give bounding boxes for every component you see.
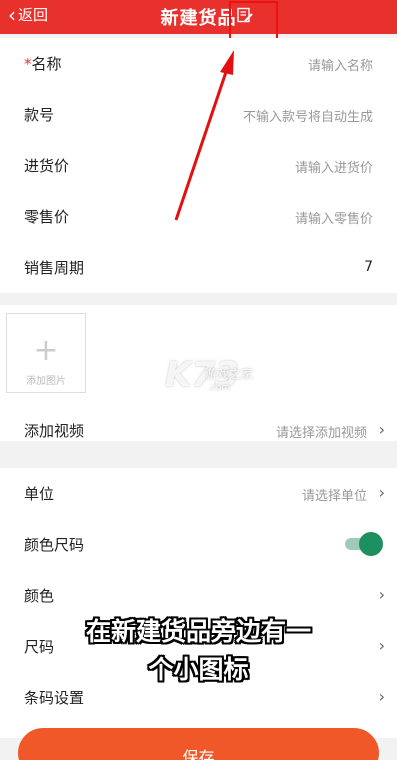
sales-cycle-input[interactable]: 7 [364, 259, 373, 275]
retail-price-field[interactable]: 零售价 请输入零售价 [0, 191, 397, 242]
style-number-label: 款号 [24, 106, 55, 124]
chevron-right-icon: › [378, 483, 385, 502]
annotation-highlight-box [229, 1, 278, 43]
color-label: 颜色 [24, 587, 55, 605]
save-button[interactable]: 保存 [18, 728, 379, 760]
add-video-select[interactable]: 请选择添加视频 [276, 422, 367, 441]
retail-price-label: 零售价 [24, 208, 70, 226]
style-number-input[interactable]: 不输入款号将自动生成 [243, 106, 373, 125]
page-title: 新建货品 [160, 8, 237, 29]
toggle-knob [359, 532, 383, 556]
retail-price-input[interactable]: 请输入零售价 [295, 208, 373, 227]
top-bar: ‹ 返回 新建货品 [0, 0, 397, 34]
add-photo-button[interactable]: + 添加图片 [6, 313, 86, 393]
chevron-right-icon: › [378, 420, 385, 439]
purchase-price-label: 进货价 [24, 157, 70, 175]
unit-field[interactable]: 单位 请选择单位 › [0, 468, 397, 519]
chevron-right-icon: › [378, 687, 385, 706]
barcode-settings-label: 条码设置 [24, 689, 85, 707]
style-number-field[interactable]: 款号 不输入款号将自动生成 [0, 89, 397, 140]
name-label: *名称 [24, 55, 62, 73]
color-size-label: 颜色尺码 [24, 536, 85, 554]
add-video-label: 添加视频 [24, 422, 85, 440]
plus-icon: + [33, 333, 59, 368]
sales-cycle-field[interactable]: 销售周期 7 [0, 242, 397, 293]
add-video-field[interactable]: 添加视频 请选择添加视频 › [0, 405, 397, 456]
sales-cycle-label: 销售周期 [24, 259, 85, 277]
color-size-field[interactable]: 颜色尺码 [0, 519, 397, 570]
unit-label: 单位 [24, 485, 55, 503]
caption-line-1: 在新建货品旁边有一 [85, 617, 311, 646]
watermark-text: 游戏之家 [205, 367, 254, 381]
purchase-price-field[interactable]: 进货价 请输入进货价 [0, 140, 397, 191]
required-mark: * [24, 55, 32, 73]
watermark-url: .com [208, 383, 231, 393]
chevron-right-icon: › [378, 585, 385, 604]
name-field[interactable]: *名称 请输入名称 [0, 38, 397, 89]
caption-line-2: 个小图标 [148, 655, 249, 684]
name-input[interactable]: 请输入名称 [308, 55, 373, 74]
purchase-price-input[interactable]: 请输入进货价 [295, 157, 373, 176]
attributes-section: 单位 请选择单位 › 颜色尺码 颜色 › 尺码 › 条码设置 › [0, 468, 397, 738]
add-photo-label: 添加图片 [26, 376, 66, 387]
unit-select[interactable]: 请选择单位 [302, 485, 367, 504]
basic-info-section: *名称 请输入名称 款号 不输入款号将自动生成 进货价 请输入进货价 零售价 请… [0, 38, 397, 293]
color-size-toggle[interactable] [345, 532, 383, 556]
